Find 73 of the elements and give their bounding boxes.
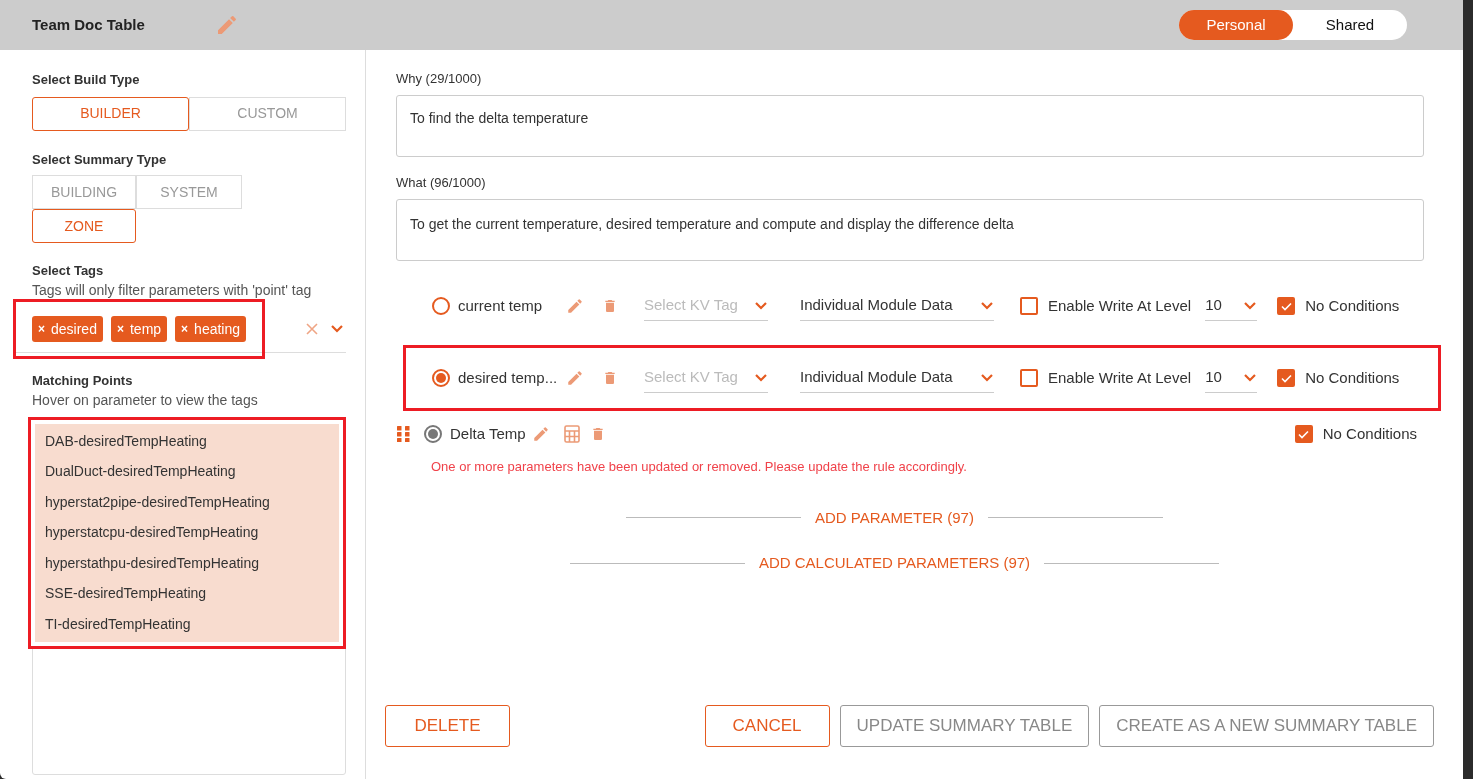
trash-icon[interactable] — [602, 297, 618, 315]
matching-point[interactable]: SSE-desiredTempHeating — [35, 578, 339, 609]
chevron-down-icon — [980, 372, 994, 383]
segment-button[interactable]: BUILDING — [32, 175, 136, 209]
checkbox[interactable] — [1277, 369, 1296, 387]
warning-message: One or more parameters have been updated or removed. Please update the rule accordingly. — [431, 458, 968, 476]
tag-chip[interactable]: × temp — [110, 316, 168, 342]
field-label: What (96/1000) — [396, 175, 486, 190]
radio-button[interactable] — [424, 425, 442, 443]
drag-handle-icon[interactable] — [397, 426, 411, 442]
section-label: Select Build Type — [32, 71, 141, 89]
checkmark-icon — [1280, 373, 1292, 383]
checkmark-icon — [1298, 429, 1310, 439]
what-field[interactable]: To get the current temperature, desired temperature and compute and display the difference delta — [396, 199, 1424, 261]
chevron-down-icon — [1243, 372, 1258, 383]
matching-point[interactable]: TI-desiredTempHeating — [35, 609, 339, 640]
add-link[interactable]: ADD PARAMETER (97) — [815, 506, 974, 529]
checkbox[interactable] — [1294, 425, 1313, 443]
checkbox-label: No Conditions — [1322, 423, 1417, 444]
matching-point[interactable]: hyperstatcpu-desiredTempHeating — [35, 517, 339, 548]
segment-button[interactable]: ZONE — [32, 209, 136, 243]
segment-button[interactable]: SYSTEM — [136, 175, 242, 209]
calculator-icon[interactable] — [563, 425, 580, 443]
checkbox-label: No Conditions — [1305, 367, 1400, 388]
section-label: Select Summary Type — [32, 150, 168, 169]
level-select[interactable]: 10 — [1205, 363, 1258, 393]
checkbox-label: Enable Write At Level — [1048, 367, 1192, 388]
hint-text: Tags will only filter parameters with 'point' tag — [32, 280, 313, 299]
add-link[interactable]: ADD CALCULATED PARAMETERS (97) — [758, 552, 1031, 575]
scope-tab[interactable]: Shared — [1293, 10, 1407, 40]
segment-button[interactable]: BUILDER — [32, 96, 189, 131]
tag-chip[interactable]: × desired — [32, 316, 103, 342]
matching-point[interactable]: DAB-desiredTempHeating — [35, 426, 339, 457]
matching-point[interactable]: DualDuct-desiredTempHeating — [35, 456, 339, 487]
chevron-down-icon — [1243, 300, 1258, 311]
section-label: Matching Points — [32, 371, 134, 390]
field-label: Why (29/1000) — [396, 71, 482, 86]
section-label: Select Tags — [32, 262, 105, 280]
pencil-icon[interactable] — [531, 425, 550, 443]
checkbox-label: No Conditions — [1305, 295, 1400, 316]
chevron-down-icon — [980, 300, 994, 311]
matching-point[interactable]: hyperstat2pipe-desiredTempHeating — [35, 487, 339, 518]
chevron-down-icon — [754, 300, 768, 311]
data-source-select[interactable]: Individual Module Data — [800, 363, 994, 393]
data-source-select[interactable]: Individual Module Data — [800, 291, 994, 321]
chevron-down-icon — [330, 324, 344, 334]
modal-title: Team Doc Table — [32, 14, 145, 35]
kv-tag-select[interactable]: Select KV Tag — [644, 363, 768, 393]
hint-text: Hover on parameter to view the tags — [32, 391, 259, 410]
kv-tag-select[interactable]: Select KV Tag — [644, 291, 768, 321]
checkbox[interactable] — [1020, 369, 1038, 387]
chevron-down-icon — [754, 372, 768, 383]
cancel-button[interactable]: CANCEL — [704, 705, 830, 747]
radio-button[interactable] — [432, 297, 450, 315]
pencil-icon[interactable] — [566, 297, 584, 315]
why-field[interactable]: To find the delta temperature — [396, 95, 1424, 157]
checkbox[interactable] — [1020, 297, 1038, 315]
parameter-name: current temp — [458, 295, 544, 316]
parameter-name: Delta Temp — [450, 423, 526, 444]
tag-chip[interactable]: × heating — [175, 316, 247, 342]
checkbox-label: Enable Write At Level — [1048, 295, 1192, 316]
pencil-icon[interactable] — [566, 369, 584, 387]
clear-icon[interactable] — [306, 323, 318, 335]
level-select[interactable]: 10 — [1205, 291, 1258, 321]
delete-button[interactable]: DELETE — [385, 705, 510, 747]
segment-button[interactable]: CUSTOM — [189, 96, 346, 131]
matching-point[interactable]: hyperstathpu-desiredTempHeating — [35, 548, 339, 579]
trash-icon[interactable] — [602, 369, 618, 387]
checkbox[interactable] — [1277, 297, 1296, 315]
radio-button[interactable] — [432, 369, 450, 387]
checkmark-icon — [1280, 301, 1292, 311]
parameter-name: desired temp... — [458, 367, 559, 388]
scope-tab[interactable]: Personal — [1179, 10, 1293, 40]
